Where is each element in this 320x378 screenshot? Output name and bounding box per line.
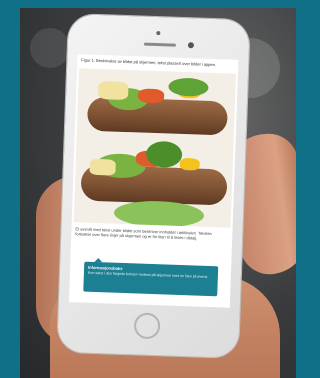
sandwich-photo [73, 68, 236, 228]
front-sensor-icon [156, 31, 161, 36]
earpiece-speaker [143, 42, 176, 47]
pepper-slice [179, 157, 200, 171]
home-button[interactable] [133, 312, 161, 340]
image-caption: Figur 1: Beskrivelse av bildet på skjerm… [81, 57, 217, 68]
smartphone: Figur 1: Beskrivelse av bildet på skjerm… [57, 13, 250, 359]
cheese-slice [89, 158, 116, 176]
teal-frame: Figur 1: Beskrivelse av bildet på skjerm… [0, 0, 314, 378]
article-paragraph: Et avsnitt med tekst under bildet som be… [75, 226, 212, 241]
lettuce [168, 77, 209, 97]
info-callout: Informasjonsboks Kort tekst i den farged… [83, 257, 219, 297]
background-bokeh [30, 28, 70, 68]
phone-screen: Figur 1: Beskrivelse av bildet på skjerm… [68, 54, 239, 308]
callout-pointer [94, 257, 103, 263]
cheese-slice [98, 81, 129, 101]
tomato-slice [137, 88, 165, 104]
front-camera-icon [187, 42, 195, 49]
lettuce [145, 140, 183, 168]
